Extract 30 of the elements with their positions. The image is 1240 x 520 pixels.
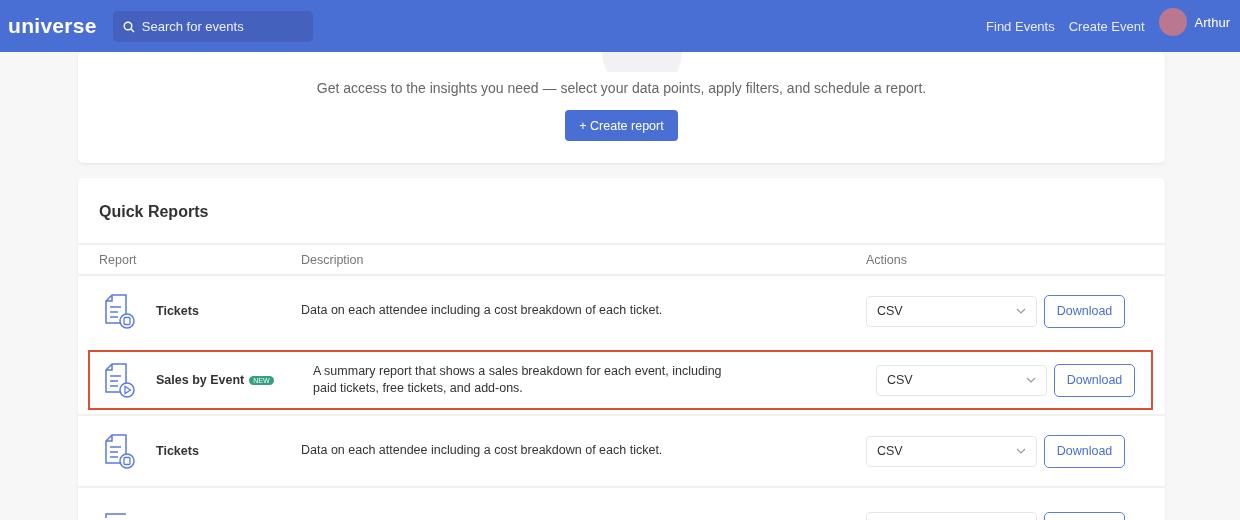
download-button[interactable]: Download: [1044, 294, 1125, 328]
chevron-down-icon: [1026, 377, 1036, 383]
create-report-button[interactable]: + Create report: [565, 110, 678, 141]
column-header: Report: [98, 252, 138, 267]
format-dropdown[interactable]: CSV: [876, 364, 1047, 396]
chevron-down-icon: [1016, 308, 1026, 314]
document-play-icon: [104, 362, 136, 398]
search-field[interactable]: Search for events: [112, 10, 313, 42]
report-name: Sales by Event: [156, 373, 245, 387]
nav-link[interactable]: Create Event: [1068, 18, 1145, 34]
nav-link[interactable]: Find Events: [986, 18, 1055, 34]
avatar[interactable]: [1158, 8, 1187, 36]
column-header: Description: [301, 252, 365, 267]
report-name: Tickets: [156, 304, 199, 318]
report-description: Data on each attendee including a cost breakdown of each ticket.: [301, 302, 664, 320]
report-description: A summary report that shows a sales breakdown for each event, including paid tickets, free tickets, and add-ons.: [313, 362, 723, 397]
column-header: Actions: [866, 252, 908, 267]
report-description: Data on each attendee including a cost breakdown of each ticket.: [301, 442, 664, 460]
intro-text: Get access to the insights you need — select your data points, apply filters, and schedule a report.: [316, 80, 927, 96]
user-name[interactable]: Arthur: [1194, 14, 1230, 30]
document-ticket-icon: [104, 293, 136, 329]
chevron-down-icon: [1016, 448, 1026, 454]
format-dropdown[interactable]: CSV: [866, 435, 1037, 467]
download-button[interactable]: Download: [1044, 434, 1125, 468]
download-button[interactable]: Download: [1054, 363, 1135, 397]
logo[interactable]: universe: [8, 14, 97, 38]
report-name: Tickets: [156, 444, 199, 458]
section-title: Quick Reports: [98, 202, 210, 222]
format-dropdown[interactable]: CSV: [866, 295, 1037, 327]
document-ticket-icon: [104, 433, 136, 469]
